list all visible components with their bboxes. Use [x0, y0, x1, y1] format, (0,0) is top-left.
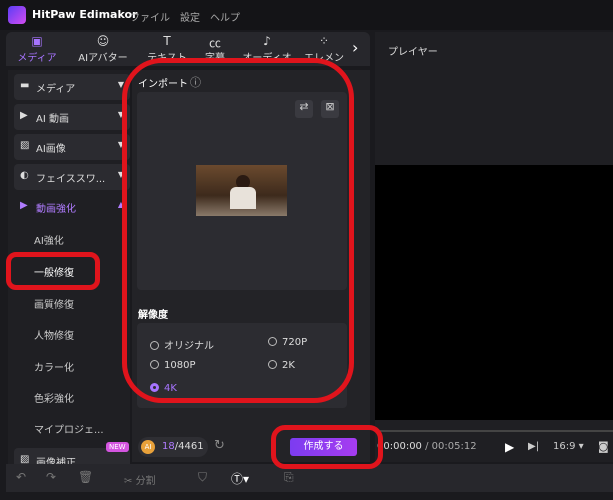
sidebar-item-ai-video[interactable]: ▶ AI 動画 ▼	[14, 104, 130, 130]
redo-icon[interactable]: ↷	[46, 470, 56, 484]
video-thumbnail	[196, 165, 287, 216]
subitem-ai-enhance[interactable]: AI強化	[34, 232, 64, 247]
time-readout: 00:00:00 / 00:05:12	[377, 441, 477, 452]
sidebar-item-ai-image[interactable]: ▨ AI画像 ▼	[14, 134, 130, 160]
video-enhance-icon: ▶	[20, 200, 28, 211]
marker-icon[interactable]: ⛉	[198, 470, 207, 485]
video-screen	[375, 165, 613, 420]
ai-video-icon: ▶	[20, 110, 28, 121]
subtitle-icon: ㏄	[208, 36, 221, 50]
delete-icon[interactable]: ⊠	[321, 100, 339, 118]
edit-toolbar: ↶ ↷ 🗑 ✂ 分割 ⛉ Ⓣ▾ ⎘	[6, 464, 613, 492]
menu-help[interactable]: ヘルプ	[210, 9, 240, 24]
info-icon[interactable]: ⓘ	[190, 74, 201, 90]
menu-file[interactable]: ファイル	[130, 9, 170, 24]
caret-up-icon: ▲	[117, 200, 124, 209]
sidebar-item-face-swap[interactable]: ◐ フェイススワ... ▼	[14, 164, 130, 190]
ai-coin-icon: AI	[141, 440, 155, 454]
subitem-general-repair[interactable]: 一般修復	[34, 264, 74, 279]
new-badge: NEW	[106, 442, 129, 452]
tab-bar: ▣ メディア ☺ AIアバター T テキスト ㏄字幕 ♪ オーディオ ⁘ エレメン ›	[6, 32, 370, 66]
caret-down-icon: ▼	[117, 110, 124, 119]
folder-icon: ▬	[20, 80, 30, 91]
subitem-quality-repair[interactable]: 画質修復	[34, 296, 74, 311]
ai-image-icon: ▨	[20, 140, 30, 151]
subitem-colorize[interactable]: カラー化	[34, 359, 74, 374]
snapshot-icon[interactable]: ◙	[598, 440, 609, 453]
credits-counter: AI 18/4461	[138, 437, 208, 457]
radio-4k[interactable]: 4K	[150, 383, 177, 394]
avatar-icon: ☺	[96, 34, 110, 48]
resolution-label: 解像度	[138, 310, 168, 321]
create-button[interactable]: 作成する	[290, 438, 357, 456]
tab-subtitle[interactable]: ㏄字幕	[186, 34, 244, 64]
tab-audio[interactable]: ♪ オーディオ	[238, 34, 296, 64]
audio-icon: ♪	[263, 34, 271, 48]
subitem-my-projects[interactable]: マイプロジェ...	[34, 421, 104, 436]
app-logo	[8, 6, 26, 24]
caret-down-icon: ▼	[117, 80, 124, 89]
sidebar-item-video-enhance[interactable]: ▶ 動画強化 ▲	[14, 194, 130, 220]
text-tool-icon[interactable]: Ⓣ▾	[231, 470, 249, 487]
elements-icon: ⁘	[318, 34, 330, 48]
media-icon: ▣	[31, 34, 43, 48]
refresh-icon[interactable]: ↻	[214, 438, 225, 453]
caret-down-icon: ▼	[117, 170, 124, 179]
next-frame-icon[interactable]: ▶|	[528, 441, 539, 452]
aspect-ratio-select[interactable]: 16:9 ▾	[553, 441, 584, 452]
sidebar: ▬ メディア ▼ ▶ AI 動画 ▼ ▨ AI画像 ▼ ◐ フェイススワ... ▼ ▶ 動画強化 ▲…	[8, 70, 130, 474]
undo-icon[interactable]: ↶	[16, 470, 26, 484]
import-label: インポート	[138, 79, 188, 90]
player-title: プレイヤー	[388, 47, 438, 58]
play-icon[interactable]: ▶	[505, 440, 514, 454]
radio-720p[interactable]: 720P	[268, 337, 307, 348]
face-swap-icon: ◐	[20, 170, 29, 181]
caret-down-icon: ▼	[117, 140, 124, 149]
app-name: HitPaw Edimakor	[32, 8, 138, 21]
export-icon[interactable]: ⎘	[284, 470, 294, 485]
split-button[interactable]: ✂ 分割	[124, 472, 156, 487]
tab-elements[interactable]: ⁘ エレメン	[298, 34, 350, 64]
subitem-color-enhance[interactable]: 色彩強化	[34, 390, 74, 405]
replace-icon[interactable]: ⇄	[295, 100, 313, 118]
trash-icon[interactable]: 🗑	[78, 470, 93, 484]
tab-media[interactable]: ▣ メディア	[8, 34, 66, 64]
timeline-scrubber[interactable]	[380, 430, 613, 432]
tab-ai-avatar[interactable]: ☺ AIアバター	[70, 34, 136, 64]
radio-original[interactable]: オリジナル	[150, 337, 214, 352]
sidebar-item-media[interactable]: ▬ メディア ▼	[14, 74, 130, 100]
radio-1080p[interactable]: 1080P	[150, 360, 195, 371]
subitem-portrait-repair[interactable]: 人物修復	[34, 327, 74, 342]
radio-2k[interactable]: 2K	[268, 360, 295, 371]
chevron-right-icon[interactable]: ›	[352, 38, 358, 57]
menu-settings[interactable]: 設定	[180, 9, 200, 24]
